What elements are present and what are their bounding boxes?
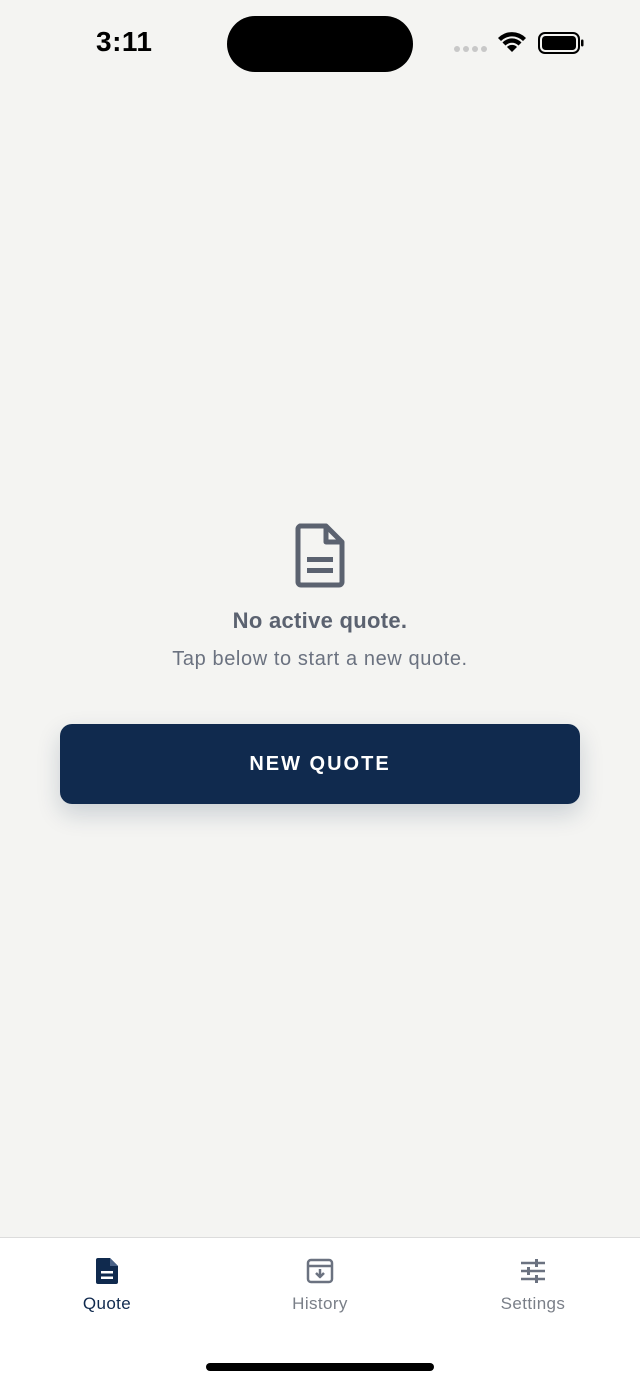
new-quote-button[interactable]: NEW QUOTE [60,724,580,804]
wifi-icon [498,32,526,52]
archive-icon [306,1258,334,1284]
document-filled-icon [96,1258,118,1284]
cellular-signal-icon [454,46,487,52]
tab-quote-label: Quote [82,1294,132,1313]
tab-history[interactable]: History [240,1256,400,1314]
home-indicator [206,1363,434,1371]
empty-state-subtitle: Tap below to start a new quote. [172,648,468,670]
tab-quote[interactable]: Quote [27,1256,187,1314]
status-time: 3:11 [96,26,153,57]
tab-settings-label: Settings [500,1294,566,1313]
status-bar: 3:11 [0,0,640,88]
tab-history-label: History [292,1294,348,1313]
empty-state-title: No active quote. [232,608,408,633]
dynamic-island [227,16,413,72]
sliders-icon [521,1259,545,1283]
empty-state: No active quote. Tap below to start a ne… [0,522,640,671]
battery-icon [538,32,584,54]
document-icon [295,523,345,588]
tab-settings[interactable]: Settings [453,1256,613,1314]
